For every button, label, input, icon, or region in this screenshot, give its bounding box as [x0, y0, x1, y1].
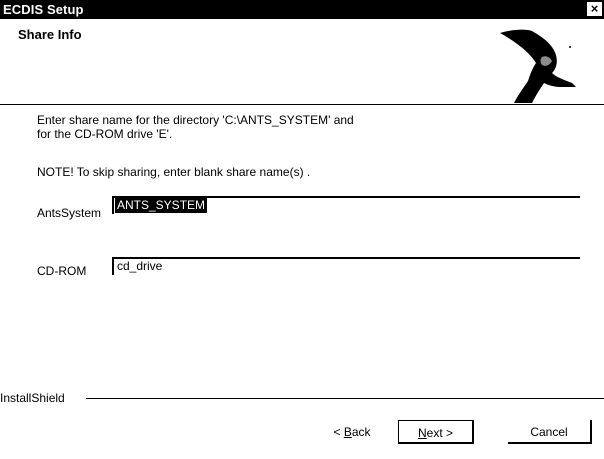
installshield-brand: InstallShield [0, 391, 65, 405]
antssystem-share-input[interactable]: ANTS_SYSTEM [112, 196, 580, 214]
next-mnemonic: N [417, 426, 427, 440]
cancel-label: Cancel [530, 425, 568, 439]
window-title: ECDIS Setup [3, 2, 84, 17]
close-icon: × [590, 1, 599, 16]
cdrom-share-value: cd_drive [117, 259, 163, 273]
antssystem-label: AntsSystem [37, 206, 102, 220]
back-label-rest: ack [351, 425, 371, 439]
footer-divider [86, 398, 604, 399]
instructions-line-2: for the CD-ROM drive 'E'. [37, 127, 173, 141]
instructions: Enter share name for the directory 'C:\A… [37, 113, 417, 141]
back-button[interactable]: < Back [314, 420, 390, 444]
cancel-button[interactable]: Cancel [508, 420, 592, 444]
back-prefix: < [333, 425, 344, 439]
page-title: Share Info [18, 27, 82, 42]
skip-sharing-note: NOTE! To skip sharing, enter blank share… [37, 165, 311, 179]
title-bar: ECDIS Setup × [0, 0, 604, 19]
cdrom-share-input[interactable]: cd_drive [112, 257, 580, 275]
wizard-header: Share Info [0, 19, 604, 104]
header-divider [0, 104, 604, 105]
cdrom-label: CD-ROM [37, 264, 87, 278]
installshield-wizard-graphic-icon [500, 29, 576, 103]
instructions-line-1: Enter share name for the directory 'C:\A… [37, 113, 354, 127]
next-button[interactable]: Next > [398, 420, 474, 444]
close-button[interactable]: × [587, 2, 602, 16]
next-label-rest: ext > [426, 426, 454, 440]
antssystem-share-value: ANTS_SYSTEM [115, 198, 208, 213]
back-mnemonic: B [343, 425, 352, 439]
